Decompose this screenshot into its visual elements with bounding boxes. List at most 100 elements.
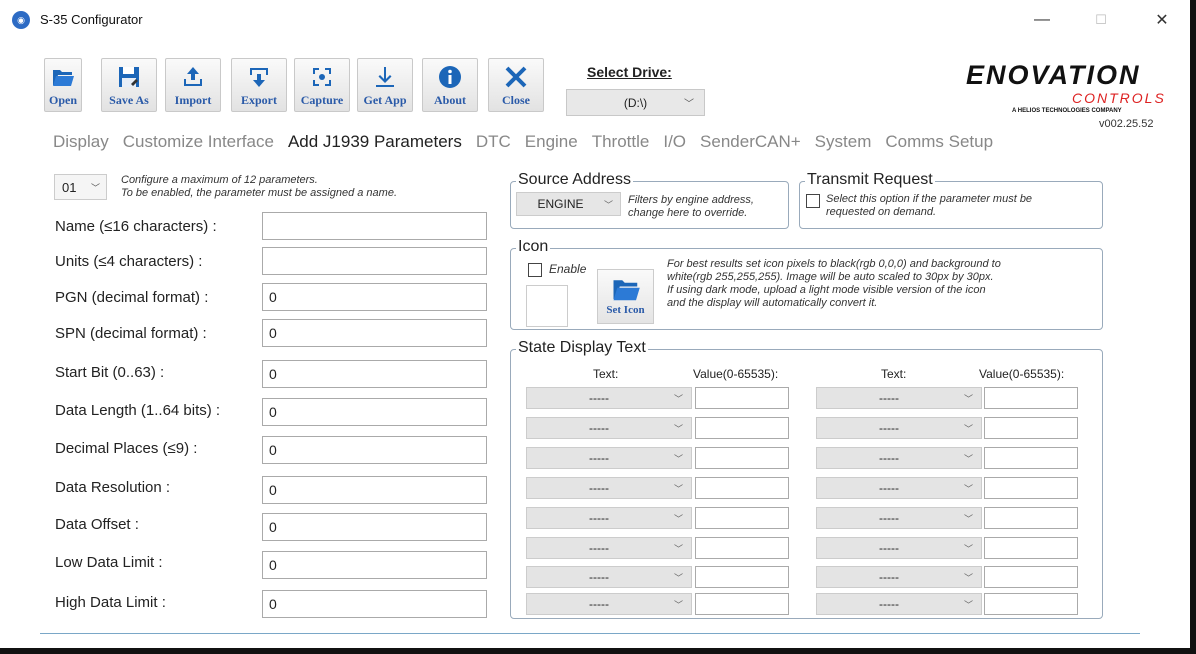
close-label: Close xyxy=(502,93,530,107)
set-icon-button[interactable]: Set Icon xyxy=(597,269,654,324)
decimal-places-input[interactable]: 0 xyxy=(262,436,487,464)
name-input[interactable] xyxy=(262,212,487,240)
state-value-input[interactable] xyxy=(695,417,789,439)
import-button[interactable]: Import xyxy=(165,58,221,112)
state-text-select[interactable]: ----- ﹀ xyxy=(526,537,692,559)
state-value-input[interactable] xyxy=(984,477,1078,499)
about-button[interactable]: About xyxy=(422,58,478,112)
close-button[interactable]: Close xyxy=(488,58,544,112)
tab-throttle[interactable]: Throttle xyxy=(592,132,650,152)
chevron-down-icon: ﹀ xyxy=(963,513,973,524)
state-text-select[interactable]: ----- ﹀ xyxy=(526,566,692,588)
get-app-label: Get App xyxy=(363,93,407,107)
state-text-select[interactable]: ----- ﹀ xyxy=(526,447,692,469)
spn-input[interactable]: 0 xyxy=(262,319,487,347)
icon-enable-checkbox[interactable] xyxy=(528,263,542,277)
value-header-left: Value(0-65535): xyxy=(693,367,779,381)
drive-select[interactable]: (D:\) ﹀ xyxy=(566,89,705,116)
data-length-label: Data Length (1..64 bits) : xyxy=(55,402,221,419)
source-address-select[interactable]: ENGINE ﹀ xyxy=(516,192,621,216)
import-icon xyxy=(184,67,202,86)
chevron-down-icon: ﹀ xyxy=(673,453,683,464)
tab-dtc[interactable]: DTC xyxy=(476,132,511,152)
state-value-input[interactable] xyxy=(695,507,789,529)
high-data-limit-input[interactable]: 0 xyxy=(262,590,487,618)
tab-sendercan[interactable]: SenderCAN+ xyxy=(700,132,801,152)
state-value-input[interactable] xyxy=(984,417,1078,439)
transmit-request-note-line1: Select this option if the parameter must… xyxy=(826,193,1033,205)
minimize-button[interactable]: — xyxy=(1022,6,1062,34)
state-value-input[interactable] xyxy=(984,537,1078,559)
state-value-input[interactable] xyxy=(695,447,789,469)
chevron-down-icon: ﹀ xyxy=(963,393,973,404)
tab-add-j1939-parameters[interactable]: Add J1939 Parameters xyxy=(288,132,462,152)
state-value-input[interactable] xyxy=(984,593,1078,615)
state-text-select-value: ----- xyxy=(879,570,899,584)
state-text-select-value: ----- xyxy=(879,597,899,611)
app-window: ◉ S-35 Configurator — ☐ ✕ Open Save As I… xyxy=(0,0,1196,654)
data-offset-input[interactable]: 0 xyxy=(262,513,487,541)
tab-comms-setup[interactable]: Comms Setup xyxy=(885,132,993,152)
state-text-select[interactable]: ----- ﹀ xyxy=(816,477,982,499)
source-address-note-line1: Filters by engine address, xyxy=(628,194,754,206)
state-text-select[interactable]: ----- ﹀ xyxy=(816,417,982,439)
state-value-input[interactable] xyxy=(695,537,789,559)
get-app-button[interactable]: Get App xyxy=(357,58,413,112)
state-text-select[interactable]: ----- ﹀ xyxy=(816,507,982,529)
parameter-select-value: 01 xyxy=(62,179,77,195)
decimal-places-label: Decimal Places (≤9) : xyxy=(55,440,198,457)
state-text-select[interactable]: ----- ﹀ xyxy=(816,387,982,409)
data-resolution-input[interactable]: 0 xyxy=(262,476,487,504)
download-icon xyxy=(376,67,394,87)
parameter-select[interactable]: 01 ﹀ xyxy=(54,174,107,200)
tab-customize-interface[interactable]: Customize Interface xyxy=(123,132,274,152)
capture-icon xyxy=(313,68,331,86)
state-value-input[interactable] xyxy=(695,387,789,409)
state-value-input[interactable] xyxy=(695,593,789,615)
state-text-select[interactable]: ----- ﹀ xyxy=(526,387,692,409)
chevron-down-icon: ﹀ xyxy=(673,393,683,404)
save-as-button[interactable]: Save As xyxy=(101,58,157,112)
state-value-input[interactable] xyxy=(984,566,1078,588)
state-text-select[interactable]: ----- ﹀ xyxy=(526,507,692,529)
tab-engine[interactable]: Engine xyxy=(525,132,578,152)
parameter-note-line2: To be enabled, the parameter must be ass… xyxy=(121,187,397,199)
state-text-select[interactable]: ----- ﹀ xyxy=(526,477,692,499)
chevron-down-icon: ﹀ xyxy=(673,513,683,524)
tab-display[interactable]: Display xyxy=(53,132,109,152)
low-data-limit-input[interactable]: 0 xyxy=(262,551,487,579)
about-label: About xyxy=(433,93,466,107)
state-text-select[interactable]: ----- ﹀ xyxy=(816,593,982,615)
value-header-right: Value(0-65535): xyxy=(979,367,1065,381)
state-text-select[interactable]: ----- ﹀ xyxy=(816,447,982,469)
state-text-select[interactable]: ----- ﹀ xyxy=(816,537,982,559)
text-header-right: Text: xyxy=(881,367,907,381)
state-text-select[interactable]: ----- ﹀ xyxy=(526,417,692,439)
state-text-select[interactable]: ----- ﹀ xyxy=(816,566,982,588)
units-input[interactable] xyxy=(262,247,487,275)
tab-bar: Display Customize Interface Add J1939 Pa… xyxy=(53,132,1007,152)
state-value-input[interactable] xyxy=(695,566,789,588)
tab-system[interactable]: System xyxy=(815,132,872,152)
start-bit-input[interactable]: 0 xyxy=(262,360,487,388)
app-logo-icon: ◉ xyxy=(12,11,30,29)
export-button[interactable]: Export xyxy=(231,58,287,112)
state-value-input[interactable] xyxy=(695,477,789,499)
state-text-select-value: ----- xyxy=(589,391,609,405)
open-label: Open xyxy=(48,93,77,107)
state-text-select[interactable]: ----- ﹀ xyxy=(526,593,692,615)
state-value-input[interactable] xyxy=(984,387,1078,409)
transmit-request-checkbox[interactable] xyxy=(806,194,820,208)
icon-note-line4: and the display will automatically conve… xyxy=(667,297,878,309)
state-value-input[interactable] xyxy=(984,447,1078,469)
pgn-input[interactable]: 0 xyxy=(262,283,487,311)
state-text-select-value: ----- xyxy=(589,570,609,584)
open-button[interactable]: Open xyxy=(44,58,82,112)
state-value-input[interactable] xyxy=(984,507,1078,529)
tab-io[interactable]: I/O xyxy=(663,132,686,152)
save-icon xyxy=(119,67,139,87)
close-window-button[interactable]: ✕ xyxy=(1142,6,1182,34)
capture-button[interactable]: Capture xyxy=(294,58,350,112)
data-length-input[interactable]: 0 xyxy=(262,398,487,426)
maximize-button[interactable]: ☐ xyxy=(1081,6,1121,34)
